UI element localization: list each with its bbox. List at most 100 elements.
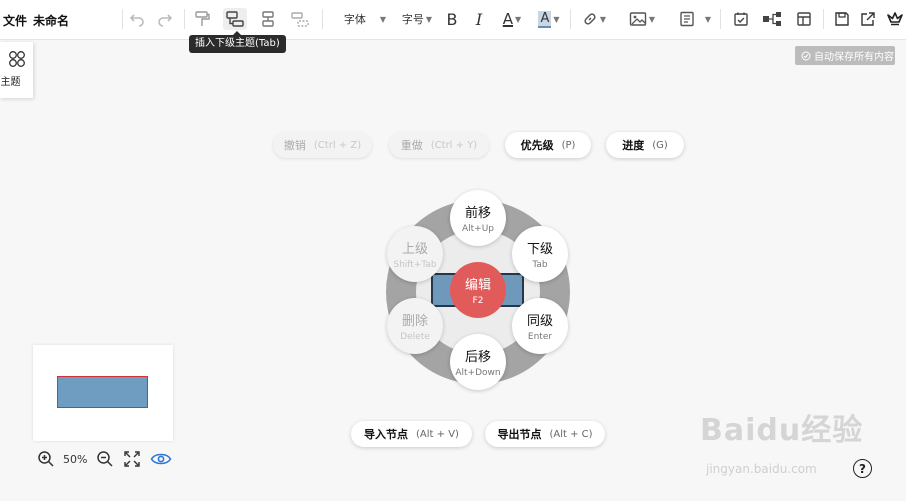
- export-node-label: 导出节点: [497, 428, 542, 441]
- divider: [322, 9, 323, 29]
- chevron-down-icon: ▼: [553, 14, 560, 24]
- undo-icon[interactable]: [128, 8, 146, 30]
- move-up-button[interactable]: 前移 Alt+Up: [450, 190, 506, 246]
- priority-pill[interactable]: 优先级 (P): [505, 132, 591, 158]
- zoom-controls: 50%: [37, 450, 172, 468]
- insert-child-topic-icon[interactable]: [223, 8, 247, 30]
- minimap[interactable]: [33, 345, 173, 441]
- topic-panel[interactable]: 主题: [0, 42, 33, 98]
- priority-label: 优先级: [520, 139, 554, 152]
- insert-parent-topic-icon[interactable]: [289, 8, 311, 30]
- chevron-down-icon: ▼: [515, 14, 522, 24]
- zoom-in-icon[interactable]: [37, 450, 55, 468]
- add-sibling-label: 同级: [526, 314, 553, 329]
- redo-icon[interactable]: [156, 8, 174, 30]
- font-size-label: 字号: [401, 13, 424, 26]
- divider: [720, 9, 721, 29]
- move-down-button[interactable]: 后移 Alt+Down: [450, 334, 506, 390]
- redo-pill[interactable]: 重做 (Ctrl + Y): [389, 132, 489, 158]
- topic-panel-label: 主题: [0, 77, 21, 88]
- chevron-down-icon: ▼: [648, 14, 656, 24]
- undo-label: 撤销: [283, 139, 306, 152]
- export-node-shortcut: (Alt + C): [549, 428, 593, 440]
- add-child-button[interactable]: 下级 Tab: [512, 226, 568, 282]
- chevron-down-icon: ▼: [379, 14, 387, 24]
- toolbar: 文件 未命名 字体 ▼ 字号 ▼ B I A ▼ A ▼ ▼ ▼ ▼: [0, 0, 906, 40]
- add-child-label: 下级: [526, 242, 553, 257]
- minimap-viewport[interactable]: [57, 376, 148, 408]
- add-parent-label: 上级: [401, 242, 428, 257]
- delete-shortcut: Delete: [400, 332, 430, 342]
- add-parent-button[interactable]: 上级 Shift+Tab: [387, 226, 443, 282]
- zoom-out-icon[interactable]: [96, 450, 114, 468]
- chevron-down-icon: ▼: [704, 14, 712, 24]
- structure-icon[interactable]: [761, 8, 783, 30]
- theme-icon: [8, 51, 25, 67]
- font-family-label: 字体: [343, 13, 366, 26]
- font-size-select[interactable]: 字号 ▼: [400, 8, 434, 30]
- share-icon[interactable]: [859, 8, 877, 30]
- image-button[interactable]: ▼: [627, 8, 657, 30]
- priority-shortcut: (P): [561, 139, 576, 151]
- chevron-down-icon: ▼: [425, 14, 433, 24]
- highlight-color-button[interactable]: A ▼: [536, 8, 562, 30]
- move-down-shortcut: Alt+Down: [455, 368, 501, 378]
- move-up-shortcut: Alt+Up: [461, 224, 495, 234]
- eye-icon[interactable]: [150, 451, 172, 467]
- mindmap-editor: 文件 未命名 字体 ▼ 字号 ▼ B I A ▼ A ▼ ▼ ▼ ▼ 插入下级主…: [0, 0, 906, 501]
- bold-button[interactable]: B: [444, 8, 460, 30]
- watermark-url: jingyan.baidu.com: [706, 462, 817, 476]
- check-circle-icon: [801, 51, 811, 60]
- move-up-label: 前移: [464, 206, 491, 221]
- insert-sibling-topic-icon[interactable]: [258, 8, 278, 30]
- divider: [122, 9, 123, 29]
- file-menu[interactable]: 文件: [3, 12, 27, 29]
- format-painter-icon[interactable]: [192, 8, 212, 30]
- add-child-shortcut: Tab: [532, 260, 548, 270]
- divider: [823, 9, 824, 29]
- redo-label: 重做: [400, 139, 423, 152]
- divider: [570, 9, 571, 29]
- document-title[interactable]: 未命名: [33, 12, 69, 29]
- progress-shortcut: (G): [652, 139, 668, 151]
- highlight-icon: A: [538, 10, 552, 28]
- fit-screen-icon[interactable]: [124, 451, 141, 467]
- font-color-button[interactable]: A ▼: [500, 8, 524, 30]
- divider: [184, 9, 185, 29]
- save-icon[interactable]: [833, 8, 851, 30]
- link-icon: [584, 13, 596, 25]
- layout-icon[interactable]: [795, 8, 813, 30]
- undo-pill[interactable]: 撤销 (Ctrl + Z): [273, 132, 372, 158]
- add-parent-shortcut: Shift+Tab: [393, 260, 437, 270]
- autosave-label: 自动保存所有内容: [814, 52, 894, 63]
- add-sibling-shortcut: Enter: [527, 332, 553, 342]
- redo-shortcut: (Ctrl + Y): [430, 139, 478, 151]
- image-icon: [629, 12, 647, 26]
- progress-pill[interactable]: 进度 (G): [606, 132, 684, 158]
- edit-shortcut: F2: [472, 296, 484, 306]
- progress-label: 进度: [622, 139, 645, 152]
- move-down-label: 后移: [464, 350, 491, 365]
- edit-label: 编辑: [464, 278, 491, 293]
- delete-button[interactable]: 删除 Delete: [387, 298, 443, 354]
- import-node-label: 导入节点: [364, 428, 409, 441]
- help-icon[interactable]: ?: [853, 459, 872, 478]
- link-button[interactable]: ▼: [580, 8, 608, 30]
- calendar-icon[interactable]: [731, 8, 751, 30]
- note-button[interactable]: ▼: [676, 8, 714, 30]
- autosave-status: 自动保存所有内容: [795, 46, 895, 65]
- delete-label: 删除: [401, 314, 428, 329]
- italic-button[interactable]: I: [472, 8, 486, 30]
- chevron-down-icon: ▼: [599, 14, 607, 24]
- import-node-pill[interactable]: 导入节点 (Alt + V): [351, 421, 472, 447]
- undo-shortcut: (Ctrl + Z): [313, 139, 362, 151]
- export-node-pill[interactable]: 导出节点 (Alt + C): [485, 421, 605, 447]
- zoom-percent: 50%: [63, 452, 88, 466]
- crown-icon[interactable]: [885, 8, 905, 30]
- add-sibling-button[interactable]: 同级 Enter: [512, 298, 568, 354]
- import-node-shortcut: (Alt + V): [416, 428, 459, 440]
- edit-button[interactable]: 编辑 F2: [450, 262, 506, 318]
- tooltip: 插入下级主题(Tab): [189, 31, 286, 53]
- font-family-select[interactable]: 字体 ▼: [340, 8, 390, 30]
- font-color-icon: A: [502, 10, 514, 28]
